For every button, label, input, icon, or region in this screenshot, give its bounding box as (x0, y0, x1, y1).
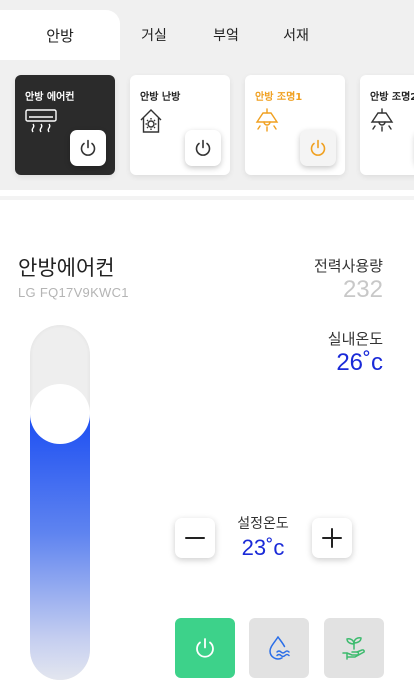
slider-handle[interactable] (30, 384, 90, 444)
power-mode-button[interactable] (175, 618, 235, 678)
device-card-aircon[interactable]: 안방 에어컨 (15, 75, 115, 175)
device-model: LG FQ17V9KWC1 (18, 285, 129, 300)
decrease-temp-button[interactable] (175, 518, 215, 558)
room-tab-bar: 안방 거실 부엌 서재 (0, 0, 414, 60)
device-power-button[interactable] (70, 130, 106, 166)
device-card-lamp1[interactable]: 안방 조명1 (245, 75, 345, 175)
power-icon (310, 139, 326, 156)
eco-plant-icon (342, 637, 365, 660)
power-icon (195, 139, 211, 156)
tab-room-1[interactable]: 안방 (0, 10, 120, 60)
temperature-slider[interactable] (30, 325, 90, 680)
device-card-label: 안방 난방 (140, 92, 181, 103)
indoor-temp-value: 26˚c (336, 349, 383, 376)
device-card-strip[interactable]: 안방 에어컨 안방 난방 안방 조명1 안방 조명2 (0, 60, 414, 190)
device-power-button[interactable] (185, 130, 221, 166)
eco-mode-button[interactable] (324, 618, 384, 678)
set-temp-label: 설정온도 (237, 516, 289, 532)
tab-room-3[interactable]: 부엌 (198, 10, 254, 60)
plus-icon (322, 528, 342, 548)
tab-room-4[interactable]: 서재 (268, 10, 324, 60)
dehumidify-mode-button[interactable] (249, 618, 309, 678)
set-temp-value: 23˚c (241, 535, 285, 560)
power-icon (196, 638, 214, 658)
slider-fill (30, 414, 90, 680)
tab-room-2[interactable]: 거실 (126, 10, 182, 60)
device-title: 안방에어컨 (18, 256, 115, 280)
device-power-button[interactable] (300, 130, 336, 166)
power-icon (80, 139, 96, 156)
power-usage-label: 전력사용량 (313, 257, 383, 275)
device-card-label: 안방 조명2 (370, 92, 414, 103)
device-card-lamp2[interactable]: 안방 조명2 (360, 75, 414, 175)
device-card-heater[interactable]: 안방 난방 (130, 75, 230, 175)
heater-icon (140, 109, 162, 133)
divider (0, 196, 414, 200)
water-drop-icon (269, 636, 290, 660)
increase-temp-button[interactable] (312, 518, 352, 558)
lamp-icon (370, 108, 394, 132)
air-conditioner-icon (25, 109, 57, 133)
device-card-label: 안방 조명1 (255, 92, 303, 103)
device-card-label: 안방 에어컨 (25, 92, 75, 103)
minus-icon (185, 537, 205, 539)
lamp-icon (255, 108, 279, 132)
power-usage-value: 232 (342, 276, 383, 303)
indoor-temp-label: 실내온도 (327, 330, 383, 348)
